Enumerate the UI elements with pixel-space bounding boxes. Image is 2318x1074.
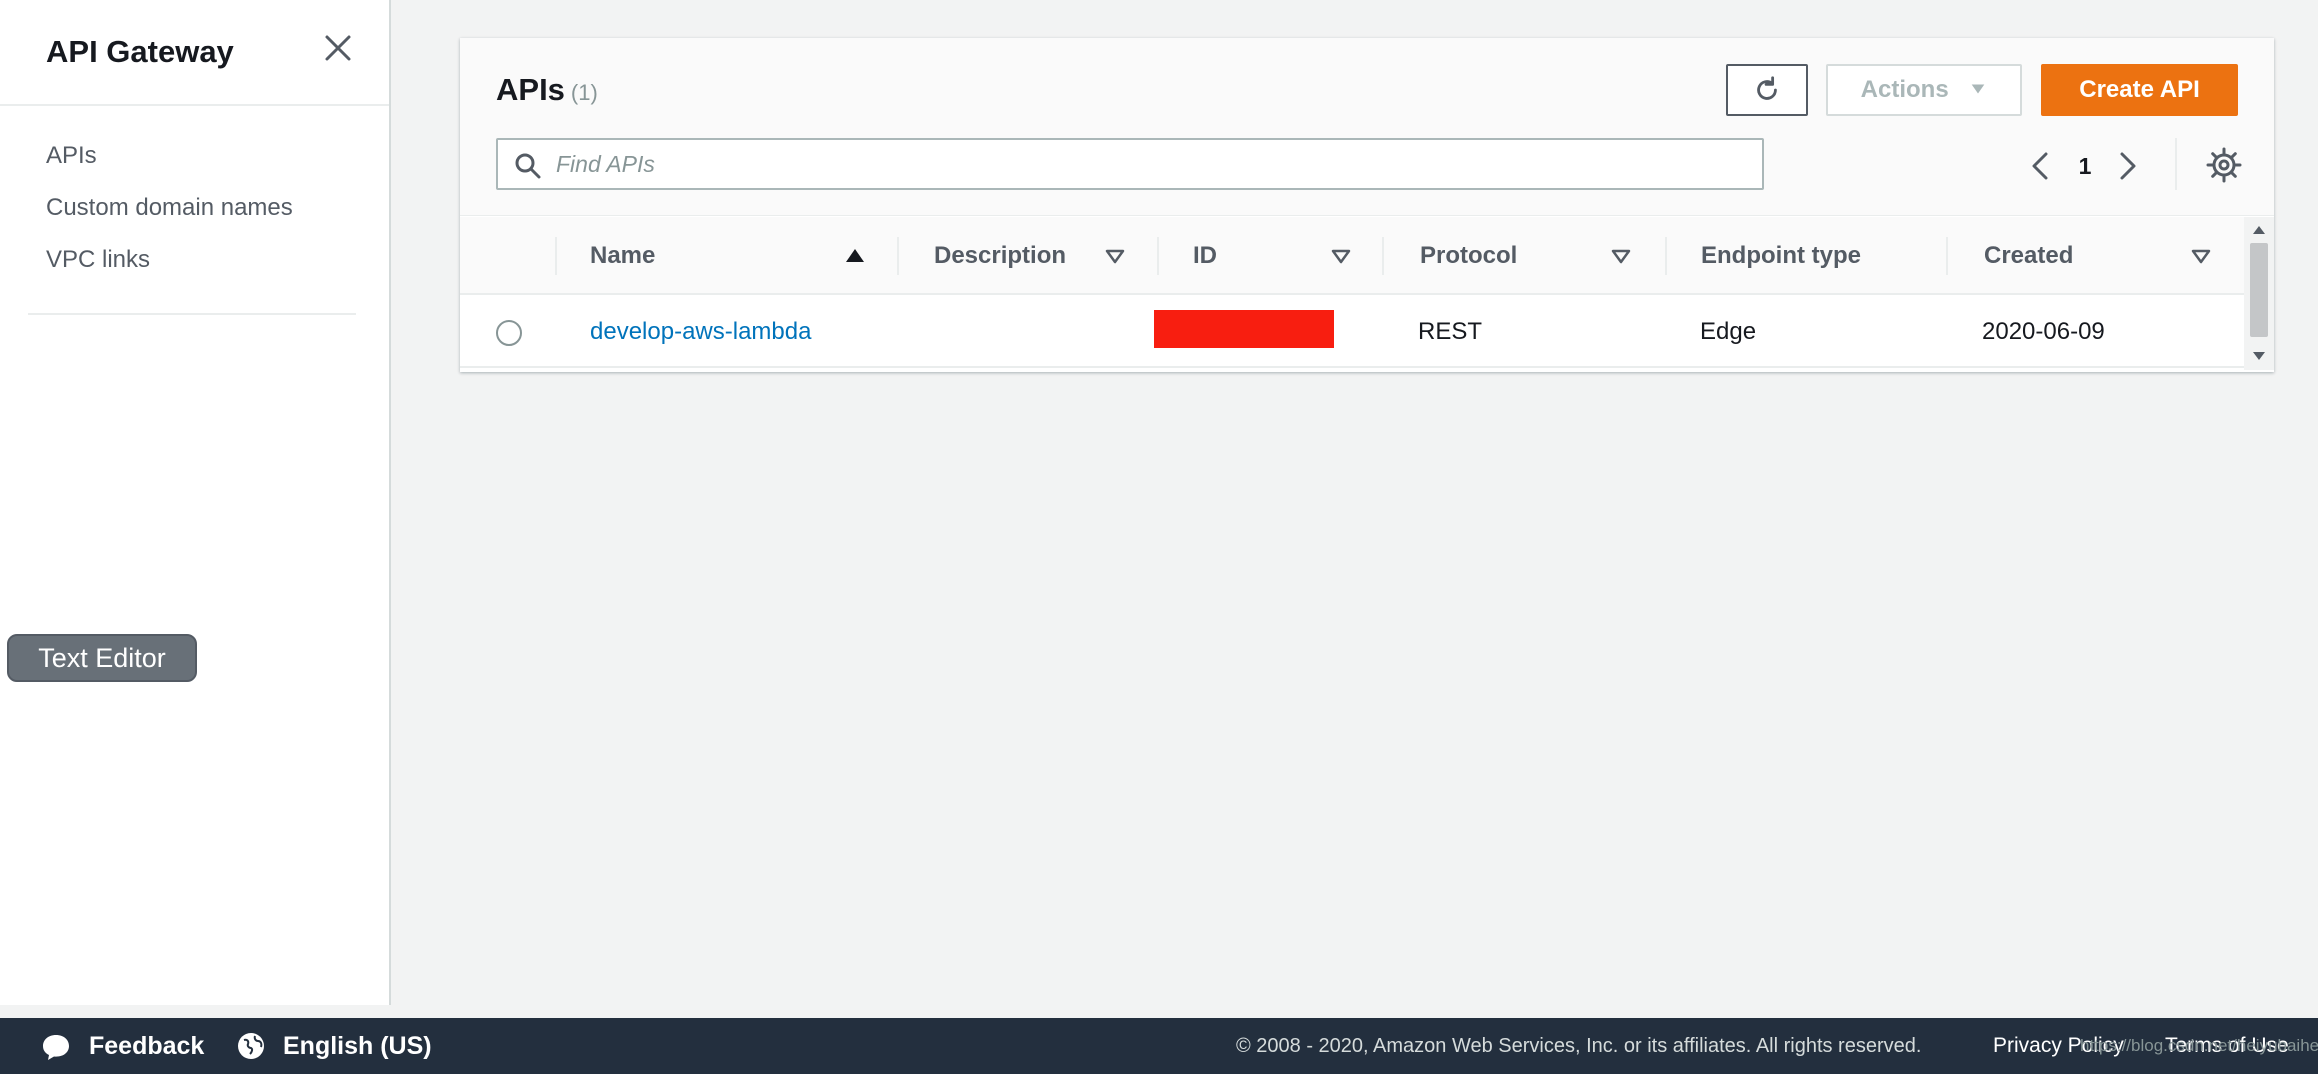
scrollbar-thumb[interactable] [2250,243,2268,337]
column-divider [555,237,557,275]
current-page[interactable]: 1 [2070,148,2100,184]
footer: Feedback English (US) © 2008 - 2020, Ama… [0,1018,2318,1074]
column-header-created[interactable]: Created [1984,217,2073,295]
row-select-radio[interactable] [496,320,522,346]
table-row[interactable]: develop-aws-lambda REST Edge 2020-06-09 [460,296,2244,368]
column-header-id[interactable]: ID [1193,217,1217,295]
sort-icon[interactable] [1330,245,1352,267]
column-divider [897,237,899,275]
sidebar-item-apis[interactable]: APIs [46,134,389,186]
sidebar-item-vpc-links[interactable]: VPC links [46,238,389,290]
text-editor-button[interactable]: Text Editor [7,634,197,682]
column-header-description[interactable]: Description [934,217,1066,295]
api-created: 2020-06-09 [1982,318,2105,345]
language-selector[interactable]: English (US) [283,1018,432,1074]
sidebar-header: API Gateway [0,0,389,106]
column-header-endpoint-type[interactable]: Endpoint type [1701,217,1861,295]
create-api-button[interactable]: Create API [2041,64,2238,116]
copyright-text: © 2008 - 2020, Amazon Web Services, Inc.… [1236,1035,1922,1057]
search-icon [515,153,541,179]
watermark: https://blog.csdn.net/heiyubaihe [2080,1036,2318,1055]
pager-divider [2175,138,2177,190]
scroll-down-icon[interactable] [2250,349,2268,363]
panel-title-text: APIs [496,72,565,107]
table-scrollbar[interactable] [2244,217,2274,370]
api-count: (1) [570,80,598,105]
actions-label: Actions [1860,76,1949,103]
sidebar-title: API Gateway [46,34,234,69]
column-divider [1946,237,1948,275]
column-header-protocol[interactable]: Protocol [1420,217,1517,295]
caret-down-icon [1972,84,1985,94]
column-divider [1382,237,1384,275]
sort-icon[interactable] [1610,245,1632,267]
table-header: Name Description ID Protocol Endpoint ty… [460,217,2244,295]
column-divider [1665,237,1667,275]
actions-dropdown[interactable]: Actions [1826,64,2022,116]
sort-icon[interactable] [2190,245,2212,267]
feedback-icon [43,1035,69,1060]
sidebar-nav: APIs Custom domain names VPC links [0,106,389,290]
api-name-link[interactable]: develop-aws-lambda [590,296,811,368]
scroll-up-icon[interactable] [2250,223,2268,237]
settings-icon[interactable] [2205,146,2243,184]
panel-header: APIs(1) Actions Create API 1 [460,38,2274,216]
apis-panel: APIs(1) Actions Create API 1 [460,38,2274,372]
chevron-left-icon[interactable] [2024,146,2058,186]
sort-icon[interactable] [1104,245,1126,267]
api-protocol: REST [1418,318,1483,345]
sidebar-item-custom-domain-names[interactable]: Custom domain names [46,186,389,238]
chevron-right-icon[interactable] [2110,146,2144,186]
redacted-id [1154,310,1334,348]
api-endpoint-type: Edge [1700,318,1757,345]
search-box [496,138,1764,190]
close-icon[interactable] [322,32,354,64]
refresh-button[interactable] [1726,64,1808,116]
refresh-icon [1757,76,1777,100]
sidebar-divider [28,313,356,315]
sort-asc-icon[interactable] [844,245,866,267]
panel-title: APIs (1) [496,72,598,108]
column-divider [1157,237,1159,275]
sidebar: API Gateway APIs Custom domain names VPC… [0,0,391,1005]
globe-icon [238,1033,264,1059]
feedback-button[interactable]: Feedback [89,1018,204,1074]
column-header-name[interactable]: Name [590,217,655,295]
search-input[interactable] [556,146,1746,182]
